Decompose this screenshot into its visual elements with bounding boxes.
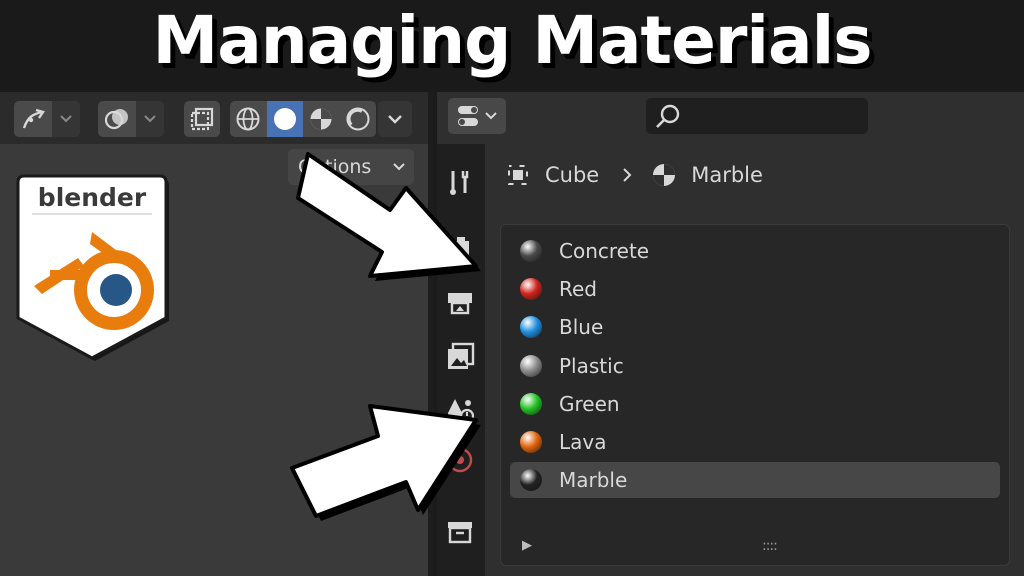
solid-icon: [273, 108, 296, 130]
material-slot-label: Blue: [559, 315, 604, 340]
material-preview-sphere-icon: [520, 240, 542, 262]
transform-gizmo-button[interactable]: [14, 101, 52, 137]
material-slot-label: Lava: [559, 430, 607, 454]
gizmo-dropdown[interactable]: [52, 101, 80, 137]
material-preview-icon: [310, 108, 332, 130]
object-icon: [508, 165, 528, 185]
material-slot-item[interactable]: Marble: [510, 462, 1000, 499]
xray-icon: [190, 107, 214, 131]
material-slot-label: Marble: [559, 468, 628, 493]
chevron-down-icon: [388, 115, 402, 124]
material-slot-item[interactable]: Red: [510, 271, 1000, 307]
pointer-arrow-lower: [290, 404, 481, 521]
material-preview-sphere-icon: [520, 431, 542, 453]
shading-options-dropdown[interactable]: [378, 101, 412, 137]
overlays-icon: [104, 109, 128, 130]
tab-view-layer[interactable]: [440, 336, 480, 376]
shading-mode-group: [230, 101, 376, 137]
material-slot-item[interactable]: Green: [510, 386, 1000, 422]
xray-toggle[interactable]: [184, 101, 220, 137]
overlays-button[interactable]: [98, 101, 136, 137]
material-slot-item[interactable]: Concrete: [510, 233, 1000, 269]
list-resize-grip[interactable]: ::::: [762, 538, 778, 554]
thumbnail-title: Managing Materials: [152, 2, 873, 79]
rendered-icon: [346, 107, 370, 131]
shading-solid-button[interactable]: [266, 101, 303, 137]
tab-output[interactable]: [440, 282, 480, 322]
chevron-right-icon: [623, 168, 632, 182]
chevron-down-icon: [144, 115, 156, 123]
material-slot-label: Red: [559, 277, 597, 302]
material-slot-label: Green: [559, 391, 620, 416]
breadcrumb-material: Marble: [691, 163, 763, 187]
shading-rendered-button[interactable]: [340, 101, 377, 137]
output-icon: [448, 293, 472, 315]
properties-search-input[interactable]: [646, 98, 868, 134]
material-preview-sphere-icon: [520, 278, 542, 301]
properties-editor-icon: [458, 106, 497, 126]
editor-type-button[interactable]: [448, 98, 506, 134]
material-preview-sphere-icon: [520, 354, 542, 377]
view-layer-icon: [448, 342, 475, 369]
material-preview-sphere-icon: [520, 392, 542, 415]
shading-wireframe-button[interactable]: [230, 101, 267, 137]
material-preview-sphere-icon: [520, 316, 542, 339]
material-icon: [653, 164, 676, 186]
material-slot-item[interactable]: Blue: [510, 309, 1000, 345]
list-expand-toggle[interactable]: ▶: [522, 538, 532, 553]
chevron-down-icon: [60, 115, 72, 123]
blender-logo: blender: [16, 174, 169, 361]
material-slot-label: Concrete: [559, 239, 650, 263]
pointer-arrow-upper: [296, 152, 481, 281]
material-preview-sphere-icon: [520, 469, 542, 492]
wireframe-icon: [236, 107, 260, 131]
search-icon: [656, 104, 680, 128]
breadcrumb: Cube Marble: [505, 156, 1005, 194]
gizmo-icon: [22, 108, 45, 129]
overlays-dropdown[interactable]: [136, 101, 164, 137]
blender-wordmark: blender: [38, 183, 147, 212]
material-slot-item[interactable]: Plastic: [510, 348, 1000, 384]
material-slot-item[interactable]: Lava: [510, 424, 1000, 460]
shading-material-preview-button[interactable]: [303, 101, 340, 137]
breadcrumb-object: Cube: [545, 163, 600, 187]
material-slot-label: Plastic: [559, 353, 624, 378]
